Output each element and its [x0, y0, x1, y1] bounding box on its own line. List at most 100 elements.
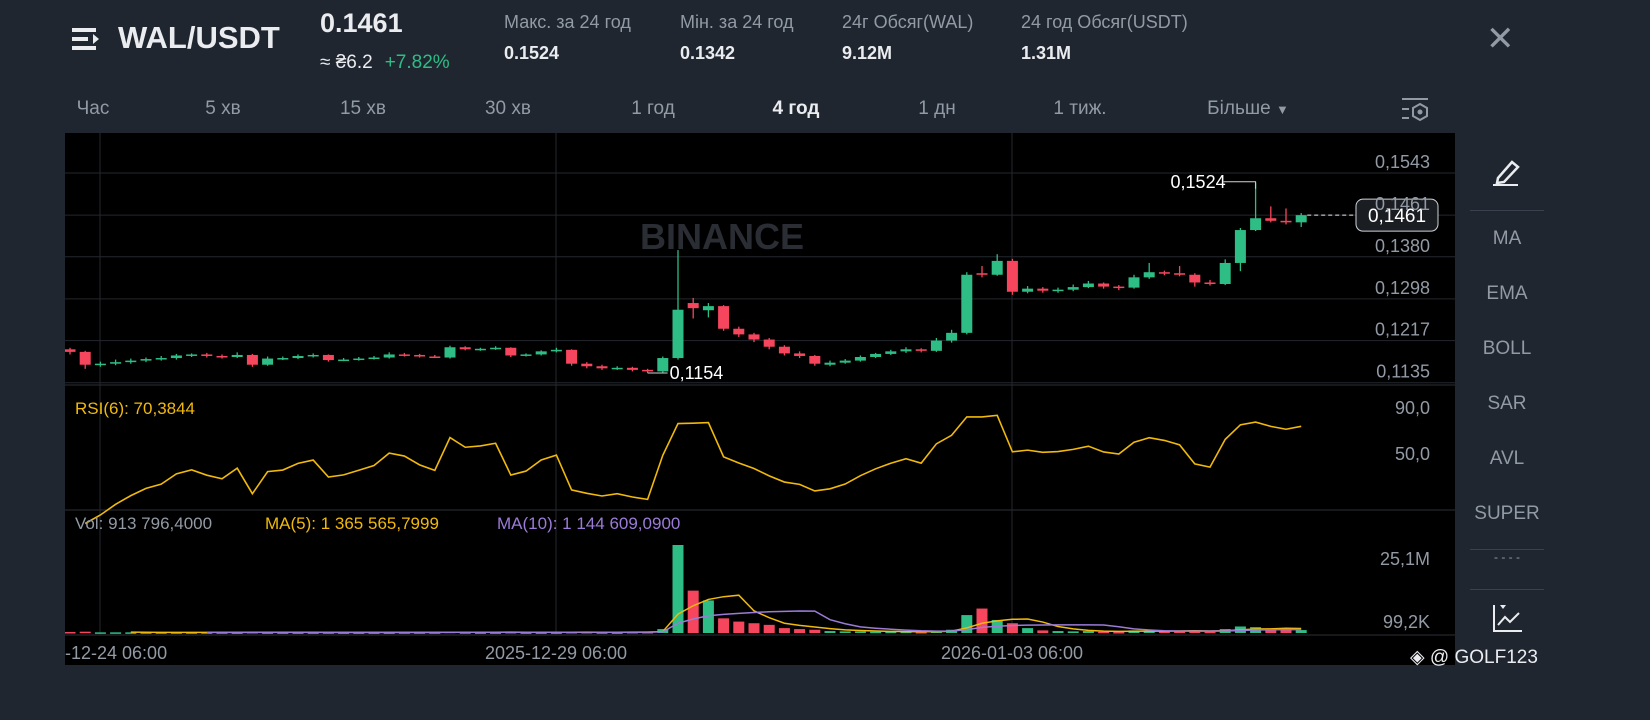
- candle-body: [1189, 274, 1201, 283]
- candle-body: [490, 347, 502, 350]
- volume-bar: [110, 632, 122, 634]
- author-watermark: ◈ @ GOLF123: [1410, 646, 1538, 669]
- price-change: +7.82%: [384, 52, 450, 73]
- tab-4h[interactable]: 4 год: [773, 98, 820, 120]
- candle-body: [110, 362, 122, 364]
- candle-body: [322, 354, 334, 361]
- candle-body: [642, 369, 654, 372]
- tab-1w[interactable]: 1 тиж.: [1053, 98, 1106, 120]
- stat-vol-base: 24г Обсяг(WAL) 9.12M: [842, 12, 973, 64]
- volume-bar: [1022, 628, 1034, 633]
- candle-body: [125, 360, 137, 363]
- volume-bar: [1082, 631, 1094, 633]
- indicator-ema[interactable]: EMA: [1470, 283, 1544, 305]
- price-tick-label: 0,1135: [1376, 362, 1430, 382]
- candle-body: [824, 362, 836, 365]
- stat-low: Мін. за 24 год 0.1342: [680, 12, 794, 64]
- volume-bar: [778, 628, 790, 633]
- candle-body: [1128, 277, 1140, 288]
- candle-body: [626, 367, 638, 370]
- candle-body: [1250, 218, 1262, 231]
- draw-pencil-icon[interactable]: [1492, 156, 1524, 191]
- interval-tabs: Час 5 хв 15 хв 30 хв 1 год 4 год 1 дн 1 …: [0, 98, 1455, 124]
- candle-body: [520, 354, 532, 356]
- tab-15m[interactable]: 15 хв: [340, 98, 386, 120]
- candle-body: [474, 348, 486, 351]
- candle-body: [794, 353, 806, 356]
- candle-body: [429, 356, 441, 358]
- candle-body: [170, 355, 182, 359]
- indicator-chart-icon[interactable]: [1492, 603, 1524, 638]
- candle-body: [946, 332, 958, 341]
- indicator-avl[interactable]: AVL: [1470, 448, 1544, 470]
- indicator-ma[interactable]: MA: [1470, 228, 1544, 250]
- candle-body: [976, 273, 988, 275]
- close-icon[interactable]: ✕: [1486, 22, 1515, 56]
- price-tick-label: 0,1461: [1375, 194, 1430, 214]
- candle-body: [307, 354, 319, 357]
- tab-time[interactable]: Час: [77, 98, 110, 120]
- candle-body: [1113, 286, 1125, 289]
- tab-more[interactable]: Більше ▼: [1207, 98, 1289, 120]
- indicator-more[interactable]: - - - -: [1470, 550, 1544, 564]
- candle-body: [140, 359, 152, 361]
- volume-bar: [79, 631, 91, 634]
- tab-5m[interactable]: 5 хв: [205, 98, 240, 120]
- tab-1d[interactable]: 1 дн: [918, 98, 955, 120]
- candle-body: [1082, 283, 1094, 288]
- price-tick-label: 0,1298: [1375, 278, 1430, 298]
- candle-body: [1265, 218, 1277, 221]
- volume-bar: [672, 545, 684, 633]
- stat-high: Макс. за 24 год 0.1524: [504, 12, 631, 64]
- volume-panel: Vol: 913 796,4000 MA(5): 1 365 565,7999 MA…: [64, 514, 1430, 634]
- candle-body: [702, 306, 714, 311]
- stat-value: 0.1524: [504, 43, 560, 63]
- stat-label: 24 год Обсяг(USDT): [1021, 12, 1188, 32]
- chart-settings-icon[interactable]: [1400, 96, 1430, 129]
- rsi-label: RSI(6): 70,3844: [75, 399, 195, 418]
- volume-bar: [854, 631, 866, 633]
- candle-body: [550, 349, 562, 352]
- candles: 0,1461 0,1524 0,1154: [64, 172, 1439, 383]
- stat-label: Макс. за 24 год: [504, 12, 631, 32]
- tab-1h[interactable]: 1 год: [631, 98, 675, 120]
- volume-bar: [687, 590, 699, 633]
- candle-body: [505, 347, 517, 356]
- candle-body: [444, 347, 456, 358]
- last-price: 0.1461: [320, 8, 403, 38]
- rsi-tick-label: 90,0: [1395, 398, 1430, 418]
- menu-icon[interactable]: [72, 26, 102, 52]
- candle-body: [870, 353, 882, 358]
- chart-area[interactable]: BINANCE 0,1461 0,1524 0,1154 RSI(6): 70,38…: [64, 133, 1455, 665]
- candle-body: [596, 366, 608, 369]
- candle-body: [1098, 283, 1110, 287]
- indicator-super[interactable]: SUPER: [1470, 503, 1544, 525]
- candle-body: [1067, 287, 1079, 290]
- candle-body: [900, 349, 912, 352]
- candle-body: [839, 360, 851, 363]
- candle-body: [1037, 288, 1049, 291]
- grid: [65, 133, 1455, 636]
- volume-ma10-label: MA(10): 1 144 609,0900: [497, 514, 680, 533]
- tab-30m[interactable]: 30 хв: [485, 98, 531, 120]
- rsi-line: [84, 414, 1302, 525]
- stat-label: Мін. за 24 год: [680, 12, 794, 32]
- volume-bar: [94, 632, 106, 634]
- candle-body: [1204, 282, 1216, 285]
- candle-body: [581, 363, 593, 367]
- candle-body: [885, 351, 897, 354]
- tab-more-label: Більше: [1207, 98, 1271, 119]
- volume-bar: [748, 623, 760, 633]
- candlestick-chart[interactable]: BINANCE 0,1461 0,1524 0,1154 RSI(6): 70,38…: [64, 133, 1455, 665]
- candle-body: [262, 358, 274, 365]
- divider: [1470, 210, 1544, 211]
- low-price-label: 0,1154: [670, 363, 724, 383]
- volume-bar: [64, 632, 76, 634]
- indicator-boll[interactable]: BOLL: [1470, 338, 1544, 360]
- volume-bar: [839, 631, 851, 633]
- stat-value: 0.1342: [680, 43, 736, 63]
- volume-bar: [763, 624, 775, 633]
- candle-body: [1143, 272, 1155, 278]
- indicator-sar[interactable]: SAR: [1470, 393, 1544, 415]
- pair-title[interactable]: WAL/USDT: [118, 20, 280, 56]
